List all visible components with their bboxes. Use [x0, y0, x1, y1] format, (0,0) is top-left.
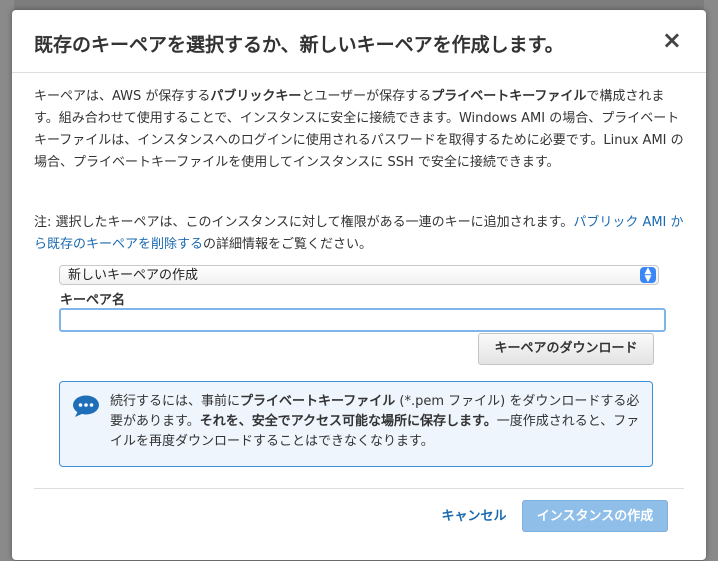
intro-private-key-file: プライベートキーファイル: [431, 89, 587, 104]
keypair-option-select[interactable]: 新しいキーペアの作成 ▲ ▼: [59, 265, 659, 285]
note-suffix: の詳細情報をご覧ください。: [203, 237, 373, 252]
intro-part-2: とユーザーが保存する: [301, 89, 432, 104]
cancel-button[interactable]: キャンセル: [438, 502, 510, 532]
info-part-1: 続行するには、事前に: [110, 394, 241, 409]
intro-text: キーペアは、AWS が保存するパブリックキーとユーザーが保存するプライベートキー…: [34, 86, 686, 174]
dialog-title: 既存のキーペアを選択するか、新しいキーペアを作成します。: [34, 34, 564, 56]
info-text: 続行するには、事前にプライベートキーファイル (*.pem ファイル) をダウン…: [110, 392, 640, 452]
footer-divider: [34, 488, 684, 489]
dialog-header: 既存のキーペアを選択するか、新しいキーペアを作成します。 ×: [12, 10, 706, 73]
select-value: 新しいキーペアの作成: [68, 268, 199, 283]
key-pair-dialog: 既存のキーペアを選択するか、新しいキーペアを作成します。 × キーペアは、AWS…: [12, 10, 706, 560]
download-keypair-button[interactable]: キーペアのダウンロード: [478, 333, 654, 365]
speech-bubble-icon: [73, 395, 99, 417]
info-save-securely: それを、安全でアクセス可能な場所に保存します。: [199, 414, 497, 429]
keypair-name-label: キーペア名: [60, 293, 126, 308]
note-text: 注: 選択したキーペアは、このインスタンスに対して権限がある一連のキーに追加され…: [34, 212, 686, 256]
close-icon[interactable]: ×: [662, 28, 682, 52]
intro-part-1: キーペアは、AWS が保存する: [34, 89, 211, 104]
info-private-key-file: プライベートキーファイル: [240, 394, 396, 409]
background-page-right: [704, 0, 718, 561]
keypair-name-input[interactable]: [59, 308, 666, 332]
info-callout: 続行するには、事前にプライベートキーファイル (*.pem ファイル) をダウン…: [59, 381, 653, 467]
intro-public-key: パブリックキー: [210, 89, 302, 104]
note-prefix: 注: 選択したキーペアは、このインスタンスに対して権限がある一連のキーに追加され…: [34, 215, 574, 230]
select-arrows-icon: ▲ ▼: [640, 267, 656, 284]
launch-instances-button[interactable]: インスタンスの作成: [522, 500, 668, 532]
